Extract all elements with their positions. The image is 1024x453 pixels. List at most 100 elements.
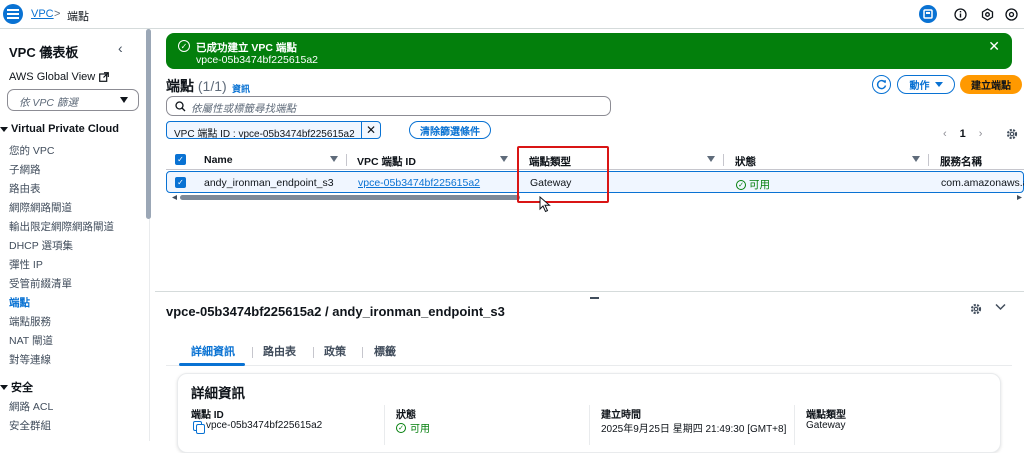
breadcrumb-current: 端點 <box>67 11 89 23</box>
sidebar-item-prefix-lists[interactable]: 受管前綴清單 <box>9 276 72 291</box>
section-security[interactable]: 安全 <box>0 379 33 395</box>
sidebar-item-elastic-ip[interactable]: 彈性 IP <box>9 257 43 272</box>
top-navigation: VPC > 端點 <box>0 0 1024 29</box>
sort-icon[interactable] <box>912 156 920 162</box>
sort-icon[interactable] <box>330 156 338 162</box>
chevron-down-icon[interactable] <box>995 303 1006 311</box>
sidebar-title[interactable]: VPC 儀表板 <box>9 42 78 61</box>
scrollbar-thumb[interactable] <box>180 195 520 200</box>
info-link[interactable]: 資訊 <box>232 82 250 95</box>
column-service-name[interactable]: 服務名稱 <box>940 154 982 169</box>
info-icon[interactable] <box>951 5 969 23</box>
actions-button[interactable]: 動作 <box>897 75 955 94</box>
column-divider[interactable] <box>723 154 724 166</box>
drag-handle-icon[interactable] <box>590 297 599 299</box>
sidebar: VPC 儀表板 ‹ AWS Global View 依 VPC 篩選 Virtu… <box>0 29 151 441</box>
notifications-panel-icon[interactable] <box>919 5 937 23</box>
tabs-baseline <box>166 365 1012 366</box>
sidebar-item-endpoints[interactable]: 端點 <box>9 295 30 310</box>
row-service-name: com.amazonaws.ap <box>941 177 1024 189</box>
section-label: Virtual Private Cloud <box>11 123 119 135</box>
main-content: ✓ 已成功建立 VPC 端點 vpce-05b3474bf225615a2 ✕ … <box>155 29 1024 453</box>
section-virtual-private-cloud[interactable]: Virtual Private Cloud <box>0 123 119 135</box>
close-icon[interactable]: ✕ <box>988 38 1000 55</box>
card-title: 詳細資訊 <box>191 386 245 401</box>
breadcrumb-vpc[interactable]: VPC <box>31 8 54 20</box>
row-status: ✓ 可用 <box>736 177 770 192</box>
tab-details[interactable]: 詳細資訊 <box>191 343 235 359</box>
tab-route-tables[interactable]: 路由表 <box>263 343 296 359</box>
row-endpoint-id-link[interactable]: vpce-05b3474bf225615a2 <box>358 177 480 189</box>
row-name: andy_ironman_endpoint_s3 <box>204 177 334 189</box>
chevron-right-icon[interactable]: › <box>979 128 983 140</box>
refresh-button[interactable] <box>872 75 891 94</box>
page-title-text: 端點 <box>166 78 194 94</box>
row-checkbox[interactable]: ✓ <box>175 177 186 188</box>
sidebar-item-network-acl[interactable]: 網路 ACL <box>9 399 53 414</box>
detail-title: vpce-05b3474bf225615a2 / andy_ironman_en… <box>166 304 505 319</box>
chevron-left-icon[interactable]: ‹ <box>943 128 947 140</box>
select-all-checkbox[interactable]: ✓ <box>175 154 186 165</box>
menu-icon[interactable] <box>3 4 23 24</box>
collapse-icon[interactable]: ‹ <box>118 40 123 56</box>
sidebar-item-dhcp-option-sets[interactable]: DHCP 選項集 <box>9 238 73 253</box>
sidebar-item-peering-connections[interactable]: 對等連線 <box>9 352 51 367</box>
cursor-icon <box>539 196 551 213</box>
create-endpoint-button[interactable]: 建立端點 <box>960 75 1022 94</box>
field-value-status: ✓ 可用 <box>396 420 430 435</box>
search-input[interactable]: 依屬性或標籤尋找端點 <box>166 96 611 116</box>
flash-subtitle: vpce-05b3474bf225615a2 <box>196 54 319 66</box>
check-circle-icon: ✓ <box>396 422 406 433</box>
actions-label: 動作 <box>909 81 930 92</box>
close-icon[interactable]: ✕ <box>361 121 380 139</box>
column-divider[interactable] <box>928 154 929 166</box>
sidebar-item-subnets[interactable]: 子網路 <box>9 162 41 177</box>
status-value: 可用 <box>410 424 430 435</box>
sidebar-item-nat-gateways[interactable]: NAT 閘道 <box>9 333 53 348</box>
copy-icon[interactable] <box>193 420 205 434</box>
sidebar-item-internet-gateways[interactable]: 網際網路閘道 <box>9 200 72 215</box>
sidebar-item-egress-only-gateways[interactable]: 輸出限定網際網路閘道 <box>9 219 114 234</box>
search-placeholder: 依屬性或標籤尋找端點 <box>191 103 296 115</box>
tab-divider <box>313 347 314 358</box>
scroll-left-icon[interactable] <box>172 195 177 200</box>
sidebar-item-endpoint-services[interactable]: 端點服務 <box>9 314 51 329</box>
gear-icon[interactable] <box>970 303 982 315</box>
page-number[interactable]: 1 <box>960 128 966 140</box>
caret-down-icon <box>120 97 128 103</box>
column-divider <box>794 405 795 445</box>
sort-icon[interactable] <box>500 156 508 162</box>
page-title: 端點 (1/1) <box>166 76 227 96</box>
caret-down-icon <box>934 81 943 87</box>
sidebar-item-security-groups[interactable]: 安全群組 <box>9 418 51 433</box>
sidebar-item-your-vpc[interactable]: 您的 VPC <box>9 143 55 158</box>
settings-icon[interactable] <box>978 5 996 23</box>
external-link-icon <box>99 72 110 82</box>
section-label: 安全 <box>11 382 33 394</box>
vpc-filter-select[interactable]: 依 VPC 篩選 <box>7 89 139 111</box>
column-endpoint-id[interactable]: VPC 端點 ID <box>357 154 416 169</box>
column-name[interactable]: Name <box>204 154 233 166</box>
scroll-right-icon[interactable] <box>1017 195 1022 200</box>
aws-global-view-label: AWS Global View <box>9 71 96 83</box>
sidebar-item-route-tables[interactable]: 路由表 <box>9 181 41 196</box>
help-icon[interactable] <box>1002 5 1020 23</box>
field-label-status: 狀態 <box>396 410 416 421</box>
field-value-created: 2025年9月25日 星期四 21:49:30 [GMT+8] <box>601 424 787 435</box>
column-divider <box>589 405 590 445</box>
tab-policy[interactable]: 政策 <box>324 343 346 359</box>
column-status[interactable]: 狀態 <box>735 154 756 169</box>
field-value-endpoint-id: vpce-05b3474bf225615a2 <box>193 420 322 434</box>
field-label-endpoint-type: 端點類型 <box>806 410 846 421</box>
column-divider[interactable] <box>346 154 347 166</box>
tab-tags[interactable]: 標籤 <box>374 343 396 359</box>
annotation-highlight-box <box>517 146 609 203</box>
aws-global-view-link[interactable]: AWS Global View <box>9 71 110 83</box>
sort-icon[interactable] <box>707 156 715 162</box>
check-circle-icon: ✓ <box>178 40 190 52</box>
split-panel-divider[interactable] <box>155 291 1024 292</box>
active-tab-indicator <box>179 363 245 366</box>
gear-icon[interactable] <box>1006 128 1018 140</box>
clear-filters-button[interactable]: 清除篩選條件 <box>409 121 491 139</box>
sidebar-scrollbar[interactable] <box>146 29 151 219</box>
